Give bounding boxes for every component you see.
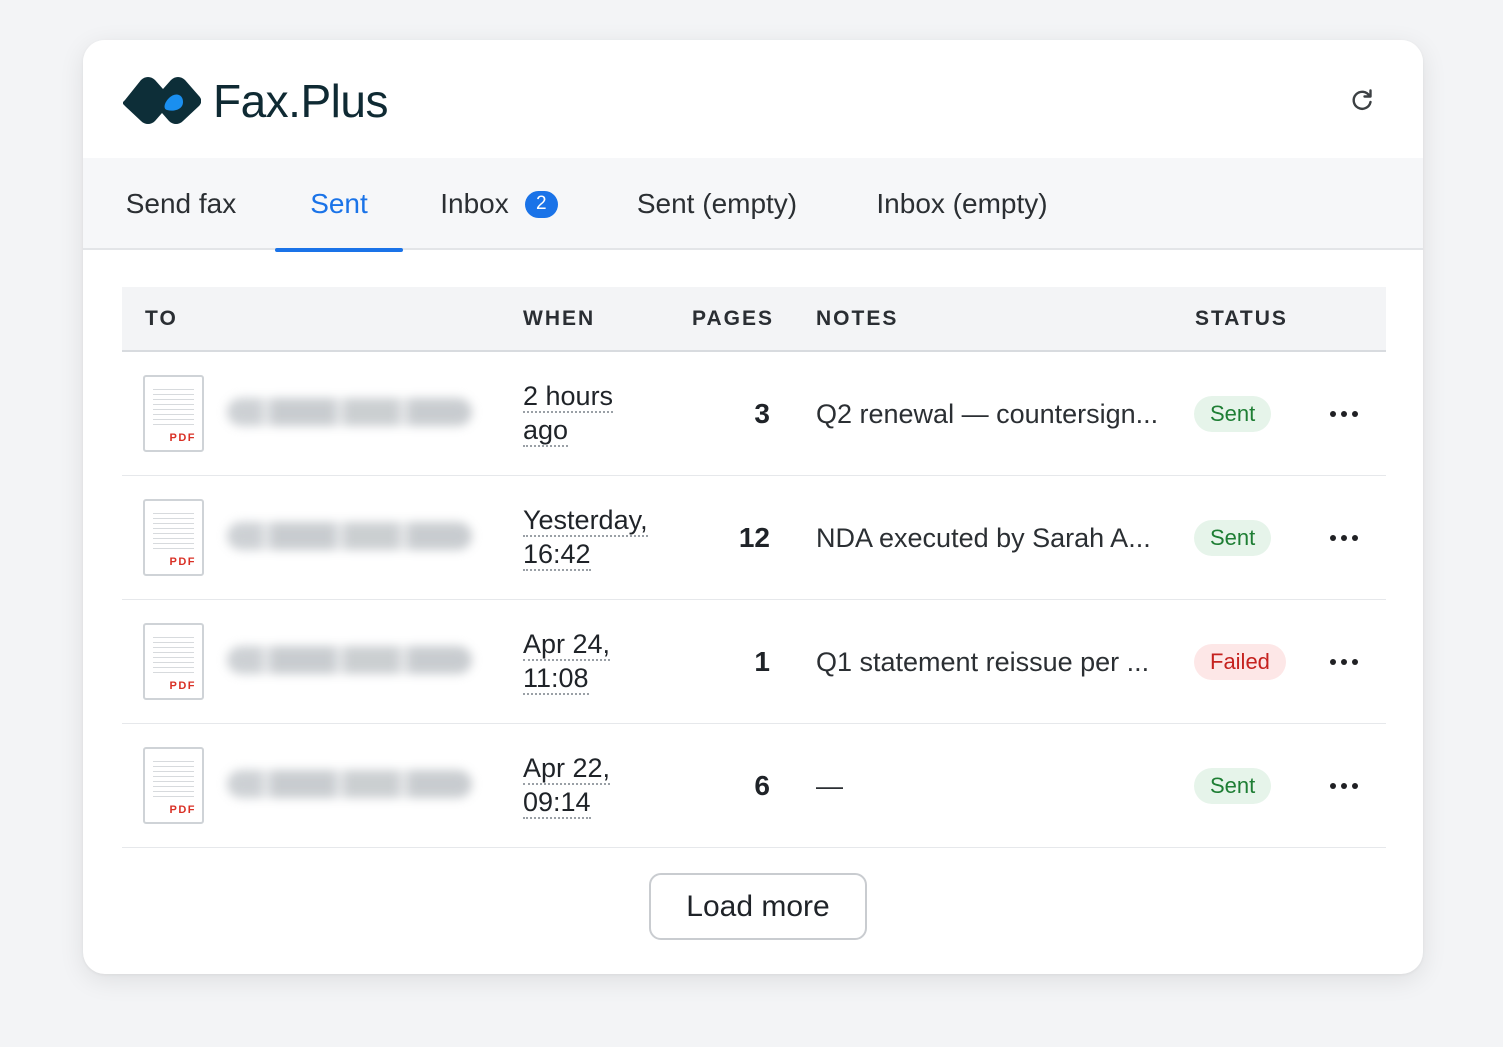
sent-time-line-2: 16:42	[523, 539, 591, 571]
notes-text: NDA executed by Sarah A...	[816, 522, 1151, 553]
recipient-number-redacted	[227, 646, 472, 674]
column-header-status[interactable]: STATUS	[1195, 287, 1288, 350]
row-actions-button[interactable]	[1322, 769, 1366, 803]
more-horizontal-icon	[1330, 535, 1358, 541]
pdf-file-icon[interactable]: PDF	[143, 375, 204, 452]
column-header-pages[interactable]: PAGES	[692, 287, 774, 350]
document-lines	[153, 385, 194, 425]
sent-time-line-1: Yesterday,	[523, 505, 648, 537]
sent-time: Apr 24, 11:08	[523, 627, 673, 695]
status-badge: Sent	[1194, 768, 1272, 804]
status-badge: Sent	[1194, 520, 1272, 556]
recipient-number-redacted	[227, 522, 472, 550]
page-count: 3	[754, 398, 770, 429]
tab-inbox-empty[interactable]: Inbox (empty)	[871, 158, 1053, 250]
sent-time-line-1: 2 hours	[523, 381, 614, 413]
column-header-to[interactable]: TO	[145, 287, 178, 350]
document-lines	[153, 757, 194, 797]
column-header-when[interactable]: WHEN	[523, 287, 595, 350]
table-header: TO WHEN PAGES NOTES STATUS	[122, 287, 1386, 352]
unread-count-badge: 2	[524, 190, 558, 218]
document-lines	[153, 633, 194, 673]
notes-text: Q1 statement reissue per ...	[816, 646, 1150, 677]
sent-time-line-1: Apr 22,	[523, 753, 611, 785]
refresh-button[interactable]	[1348, 86, 1376, 114]
file-type-tag: PDF	[169, 804, 196, 816]
notes-text: Q2 renewal — countersign...	[816, 398, 1159, 429]
more-horizontal-icon	[1330, 411, 1358, 417]
tab-bar: Send fax Sent Inbox 2 Sent (empty) Inbox…	[83, 158, 1423, 252]
sent-time-line-2: 09:14	[523, 787, 591, 819]
load-more-button[interactable]: Load more	[649, 873, 867, 940]
file-type-tag: PDF	[169, 556, 196, 568]
recipient-number-redacted	[227, 398, 472, 426]
document-lines	[153, 509, 194, 549]
sent-time: 2 hours ago	[523, 379, 673, 447]
pdf-file-icon[interactable]: PDF	[143, 499, 204, 576]
table-row[interactable]: PDF Apr 22, 09:14 6 — Sent	[122, 724, 1386, 848]
status-badge: Sent	[1194, 396, 1272, 432]
tab-inbox[interactable]: Inbox 2	[438, 158, 560, 250]
row-actions-button[interactable]	[1322, 397, 1366, 431]
tab-sent[interactable]: Sent	[275, 158, 403, 252]
tab-label: Sent	[310, 188, 368, 219]
more-horizontal-icon	[1330, 659, 1358, 665]
more-horizontal-icon	[1330, 783, 1358, 789]
table-row[interactable]: PDF 2 hours ago 3 Q2 renewal — countersi…	[122, 352, 1386, 476]
tab-label: Inbox (empty)	[876, 188, 1048, 219]
brand-name: Fax.Plus	[213, 75, 388, 127]
tab-sent-empty[interactable]: Sent (empty)	[632, 158, 802, 250]
sent-time: Yesterday, 16:42	[523, 503, 673, 571]
table-row[interactable]: PDF Yesterday, 16:42 12 NDA executed by …	[122, 476, 1386, 600]
pdf-file-icon[interactable]: PDF	[143, 623, 204, 700]
fax-plus-logo-icon	[123, 77, 201, 124]
page-count: 12	[738, 522, 770, 553]
column-header-notes[interactable]: NOTES	[816, 287, 898, 350]
sent-time-line-2: ago	[523, 415, 569, 447]
page-count: 6	[754, 770, 770, 801]
sent-time-line-2: 11:08	[523, 663, 589, 695]
file-type-tag: PDF	[169, 680, 196, 692]
tab-label: Inbox	[440, 188, 509, 219]
tab-send-fax[interactable]: Send fax	[123, 158, 239, 250]
status-badge: Failed	[1194, 644, 1286, 680]
row-actions-button[interactable]	[1322, 521, 1366, 555]
page-count: 1	[754, 646, 770, 677]
tab-label: Send fax	[125, 188, 237, 219]
table-row[interactable]: PDF Apr 24, 11:08 1 Q1 statement reissue…	[122, 600, 1386, 724]
tab-label: Sent (empty)	[636, 188, 798, 219]
sent-time: Apr 22, 09:14	[523, 751, 673, 819]
recipient-number-redacted	[227, 770, 472, 798]
notes-text: —	[816, 770, 843, 801]
refresh-icon	[1352, 89, 1372, 110]
pdf-file-icon[interactable]: PDF	[143, 747, 204, 824]
fax-card: Fax.Plus Send fax Sent Inbox 2 Sent (emp…	[83, 40, 1423, 974]
file-type-tag: PDF	[169, 432, 196, 444]
sent-time-line-1: Apr 24,	[523, 629, 611, 661]
row-actions-button[interactable]	[1322, 645, 1366, 679]
header: Fax.Plus	[83, 40, 1423, 158]
